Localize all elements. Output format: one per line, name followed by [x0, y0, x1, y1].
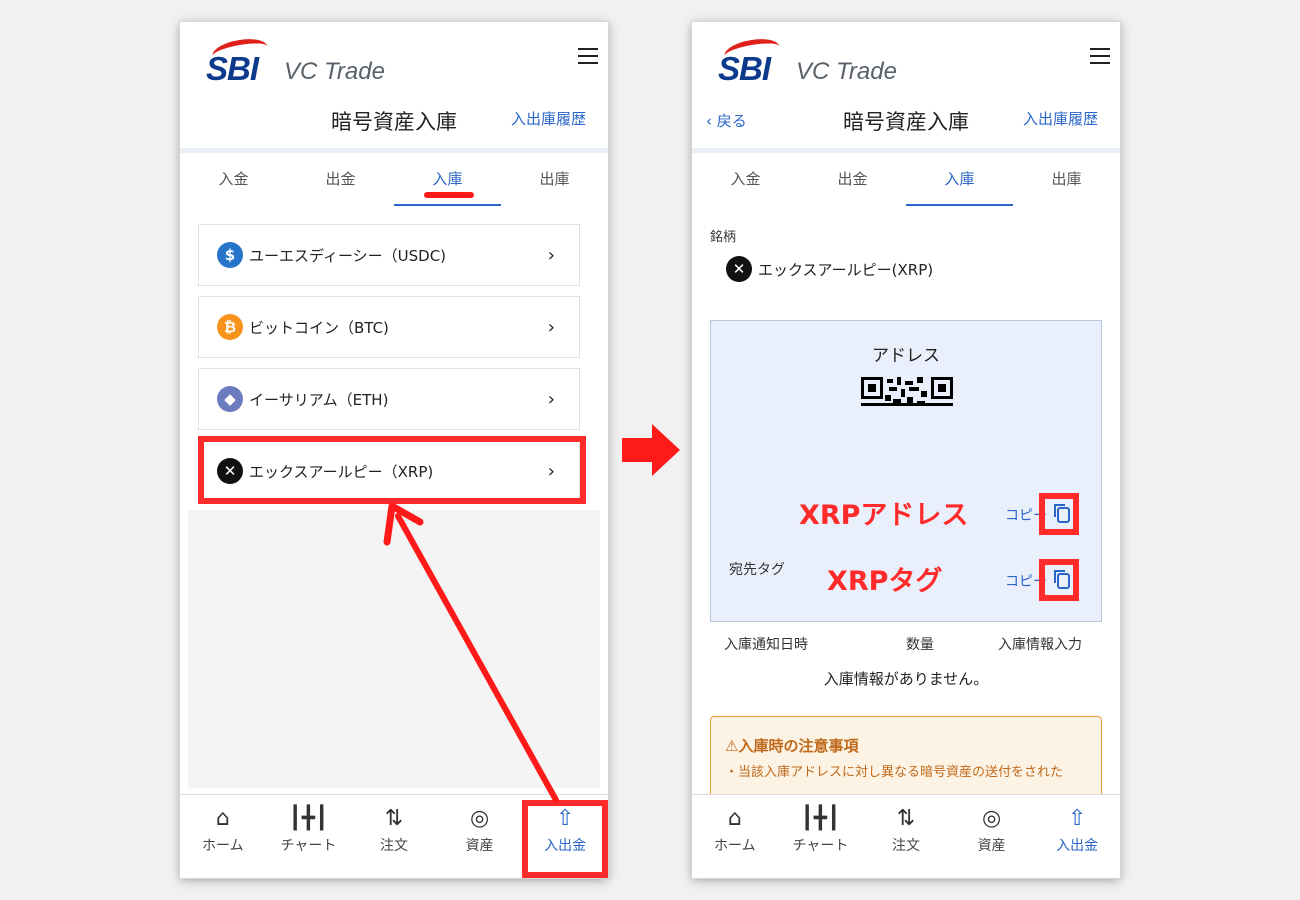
notice-title: ⚠入庫時の注意事項: [725, 737, 859, 755]
chevron-right-icon: ›: [547, 316, 555, 338]
logo-sbi-text: SBI: [718, 50, 771, 87]
notice-body: ・当該入庫アドレスに対し異なる暗号資産の送付をされた: [725, 765, 1064, 780]
tab-deposit[interactable]: 入金: [180, 162, 287, 208]
nav-label: チャート: [280, 838, 337, 854]
address-panel: アドレス XRPアドレス コピー 宛先タグ XRPタグ コピー: [710, 320, 1102, 622]
menu-icon[interactable]: [1090, 48, 1110, 64]
active-tab-highlight: [424, 192, 474, 198]
nav-label: 資産: [465, 838, 494, 854]
chevron-right-icon: ›: [547, 388, 555, 410]
menu-icon[interactable]: [578, 48, 598, 64]
history-col-input: 入庫情報入力: [998, 637, 1082, 653]
xrp-row-highlight: [198, 436, 586, 504]
nav-label: 入出金: [1056, 838, 1099, 854]
nav-label: ホーム: [714, 838, 756, 854]
sbi-vc-trade-logo[interactable]: SBI VC Trade: [198, 35, 398, 90]
coin-row-eth[interactable]: ◆ イーサリアム（ETH) ›: [198, 368, 580, 430]
nav-label: チャート: [792, 838, 849, 854]
symbol-name: エックスアールピー(XRP): [758, 260, 934, 279]
tab-send[interactable]: 出庫: [1013, 162, 1120, 208]
bitcoin-icon: ₿: [217, 314, 243, 340]
coin-row-btc[interactable]: ₿ ビットコイン（BTC) ›: [198, 296, 580, 358]
assets-icon: ◎: [981, 806, 1002, 831]
nav-home[interactable]: ⌂ ホーム: [180, 795, 266, 878]
nav-highlight: [522, 800, 608, 878]
header-divider: [180, 148, 608, 153]
sbi-vc-trade-logo[interactable]: SBI VC Trade: [710, 35, 910, 90]
tab-withdraw[interactable]: 出金: [799, 162, 906, 208]
header-divider: [692, 148, 1120, 153]
chart-icon: ┃╋┃: [800, 806, 841, 831]
tab-deposit[interactable]: 入金: [692, 162, 799, 208]
no-records-text: 入庫情報がありません。: [823, 670, 989, 688]
tab-bar: 入金 出金 入庫 出庫: [180, 162, 608, 208]
history-link[interactable]: 入出庫履歴: [511, 108, 586, 129]
logo-vc-trade-text: VC Trade: [284, 58, 385, 85]
notice-box: ⚠入庫時の注意事項 ・当該入庫アドレスに対し異なる暗号資産の送付をされた: [710, 716, 1102, 806]
coin-label: イーサリアム（ETH): [249, 390, 389, 409]
deposit-withdraw-icon: ⇧: [1067, 806, 1087, 831]
nav-label: 資産: [977, 838, 1006, 854]
nav-chart[interactable]: ┃╋┃ チャート: [778, 795, 864, 878]
arrow-right-icon: [622, 424, 680, 476]
nav-deposit-withdraw[interactable]: ⇧ 入出金: [1034, 795, 1120, 878]
ethereum-icon: ◆: [217, 386, 243, 412]
order-icon: ⇅: [896, 806, 916, 831]
logo-sbi-text: SBI: [206, 50, 259, 87]
assets-icon: ◎: [469, 806, 490, 831]
nav-assets[interactable]: ◎ 資産: [437, 795, 523, 878]
nav-label: 注文: [379, 838, 408, 854]
xrp-icon: ✕: [726, 256, 752, 282]
empty-area: [188, 510, 600, 788]
history-header: 入庫通知日時 数量 入庫情報入力: [692, 634, 1120, 656]
nav-order[interactable]: ⇅ 注文: [863, 795, 949, 878]
symbol-label: 銘柄: [710, 230, 737, 245]
address-title: アドレス: [872, 346, 940, 366]
nav-assets[interactable]: ◎ 資産: [949, 795, 1035, 878]
order-icon: ⇅: [384, 806, 404, 831]
chevron-right-icon: ›: [547, 244, 555, 266]
chart-icon: ┃╋┃: [288, 806, 329, 831]
home-icon: ⌂: [215, 806, 230, 831]
symbol-value: ✕ エックスアールピー(XRP): [726, 256, 933, 282]
coin-label: ユーエスディーシー（USDC): [249, 246, 447, 265]
tab-withdraw[interactable]: 出金: [287, 162, 394, 208]
tab-bar: 入金 出金 入庫 出庫: [692, 162, 1120, 208]
tab-receive[interactable]: 入庫: [906, 162, 1013, 208]
tab-send[interactable]: 出庫: [501, 162, 608, 208]
qr-code-icon: [861, 377, 953, 407]
history-link[interactable]: 入出庫履歴: [1023, 108, 1098, 129]
phone-screen-right: SBI VC Trade ‹ 戻る 暗号資産入庫 入出庫履歴 入金 出金 入庫 …: [692, 22, 1120, 878]
history-col-amount: 数量: [906, 637, 934, 653]
destination-tag-value: XRPタグ: [827, 566, 943, 597]
logo-vc-trade-text: VC Trade: [796, 58, 897, 85]
usdc-icon: $: [217, 242, 243, 268]
destination-tag-label: 宛先タグ: [729, 562, 785, 578]
bottom-nav: ⌂ ホーム ┃╋┃ チャート ⇅ 注文 ◎ 資産 ⇧ 入出金: [692, 794, 1120, 878]
address-value: XRPアドレス: [799, 500, 969, 531]
history-col-date: 入庫通知日時: [724, 637, 808, 653]
home-icon: ⌂: [727, 806, 742, 831]
nav-chart[interactable]: ┃╋┃ チャート: [266, 795, 352, 878]
coin-label: ビットコイン（BTC): [249, 318, 389, 337]
phone-screen-left: SBI VC Trade 暗号資産入庫 入出庫履歴 入金 出金 入庫 出庫 $ …: [180, 22, 608, 878]
copy-tag-highlight: [1039, 559, 1079, 601]
nav-label: 注文: [891, 838, 920, 854]
copy-address-highlight: [1039, 493, 1079, 535]
nav-order[interactable]: ⇅ 注文: [351, 795, 437, 878]
tab-receive[interactable]: 入庫: [394, 162, 501, 208]
coin-row-usdc[interactable]: $ ユーエスディーシー（USDC) ›: [198, 224, 580, 286]
nav-home[interactable]: ⌂ ホーム: [692, 795, 778, 878]
nav-label: ホーム: [202, 838, 244, 854]
